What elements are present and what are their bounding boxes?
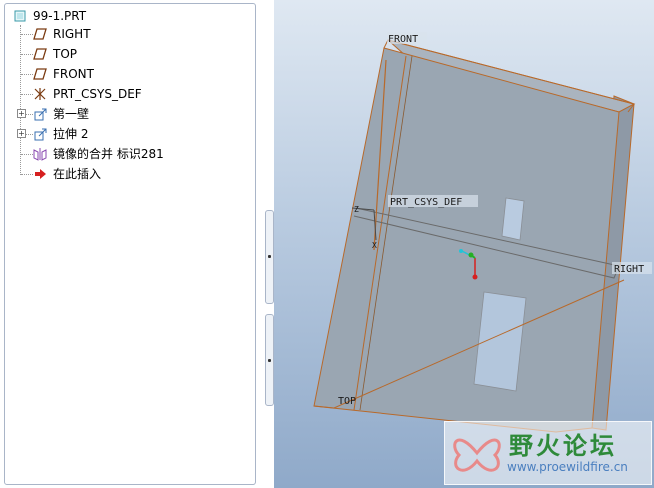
- datum-label-front[interactable]: FRONT: [388, 34, 418, 45]
- tree-item-label: PRT_CSYS_DEF: [53, 87, 142, 101]
- svg-text:Z: Z: [354, 205, 359, 214]
- part-cutout-small: [501, 197, 525, 241]
- sash-handle-lower[interactable]: [265, 314, 274, 406]
- forum-watermark: 野火论坛 www.proewildfire.cn: [444, 421, 652, 485]
- tree-item-label: 在此插入: [53, 167, 102, 181]
- tree-connector: [21, 54, 33, 55]
- tree-connector: [20, 25, 21, 175]
- datum-plane-icon: [33, 27, 47, 41]
- tree-root-label: 99-1.PRT: [33, 9, 87, 23]
- datum-label-csys[interactable]: PRT_CSYS_DEF: [390, 197, 462, 208]
- datum-label-top[interactable]: TOP: [338, 396, 356, 407]
- coordinate-system-icon: [33, 87, 47, 101]
- panel-splitter[interactable]: [256, 0, 274, 488]
- expand-icon[interactable]: +: [17, 129, 26, 138]
- tree-item-label: TOP: [53, 47, 78, 61]
- tree-item-label: RIGHT: [53, 27, 91, 41]
- part-main-plate: [313, 47, 620, 433]
- tree-item-label: 第一壁: [53, 107, 90, 121]
- butterfly-logo-icon: [453, 438, 501, 472]
- insert-here-arrow-icon: [33, 167, 47, 181]
- tree-item-label: FRONT: [53, 67, 94, 81]
- tree-connector: [25, 134, 33, 135]
- sash-handle-upper[interactable]: [265, 210, 274, 304]
- tree-connector: [21, 174, 33, 175]
- tree-item-label: 镜像的合并 标识281: [53, 147, 164, 161]
- datum-plane-icon: [33, 67, 47, 81]
- watermark-url: www.proewildfire.cn: [507, 460, 628, 474]
- datum-label-right[interactable]: RIGHT: [614, 264, 644, 275]
- svg-text:X: X: [372, 241, 377, 250]
- model-canvas[interactable]: Z X FRONT RIGHT TOP PRT_CSYS_DEF: [274, 0, 654, 488]
- extrude-icon: [33, 127, 47, 141]
- datum-plane-icon: [33, 47, 47, 61]
- tree-connector: [21, 94, 33, 95]
- mirror-merge-icon: [33, 147, 47, 161]
- tree-connector: [21, 74, 33, 75]
- model-tree-panel: 99-1.PRT RIGHT TOP FRONT PRT_CSYS_DEF + …: [4, 3, 256, 485]
- graphics-viewport[interactable]: Z X FRONT RIGHT TOP PRT_CSYS_DEF 野火论坛 ww…: [274, 0, 654, 488]
- part-icon: [13, 9, 27, 23]
- sash-grip-icon: [268, 359, 271, 362]
- watermark-title: 野火论坛: [509, 432, 617, 460]
- tree-connector: [21, 154, 33, 155]
- sheetmetal-wall-icon: [33, 107, 47, 121]
- expand-icon[interactable]: +: [17, 109, 26, 118]
- tree-item-label: 拉伸 2: [53, 127, 89, 141]
- sash-grip-icon: [268, 255, 271, 258]
- tree-connector: [25, 114, 33, 115]
- tree-connector: [21, 34, 33, 35]
